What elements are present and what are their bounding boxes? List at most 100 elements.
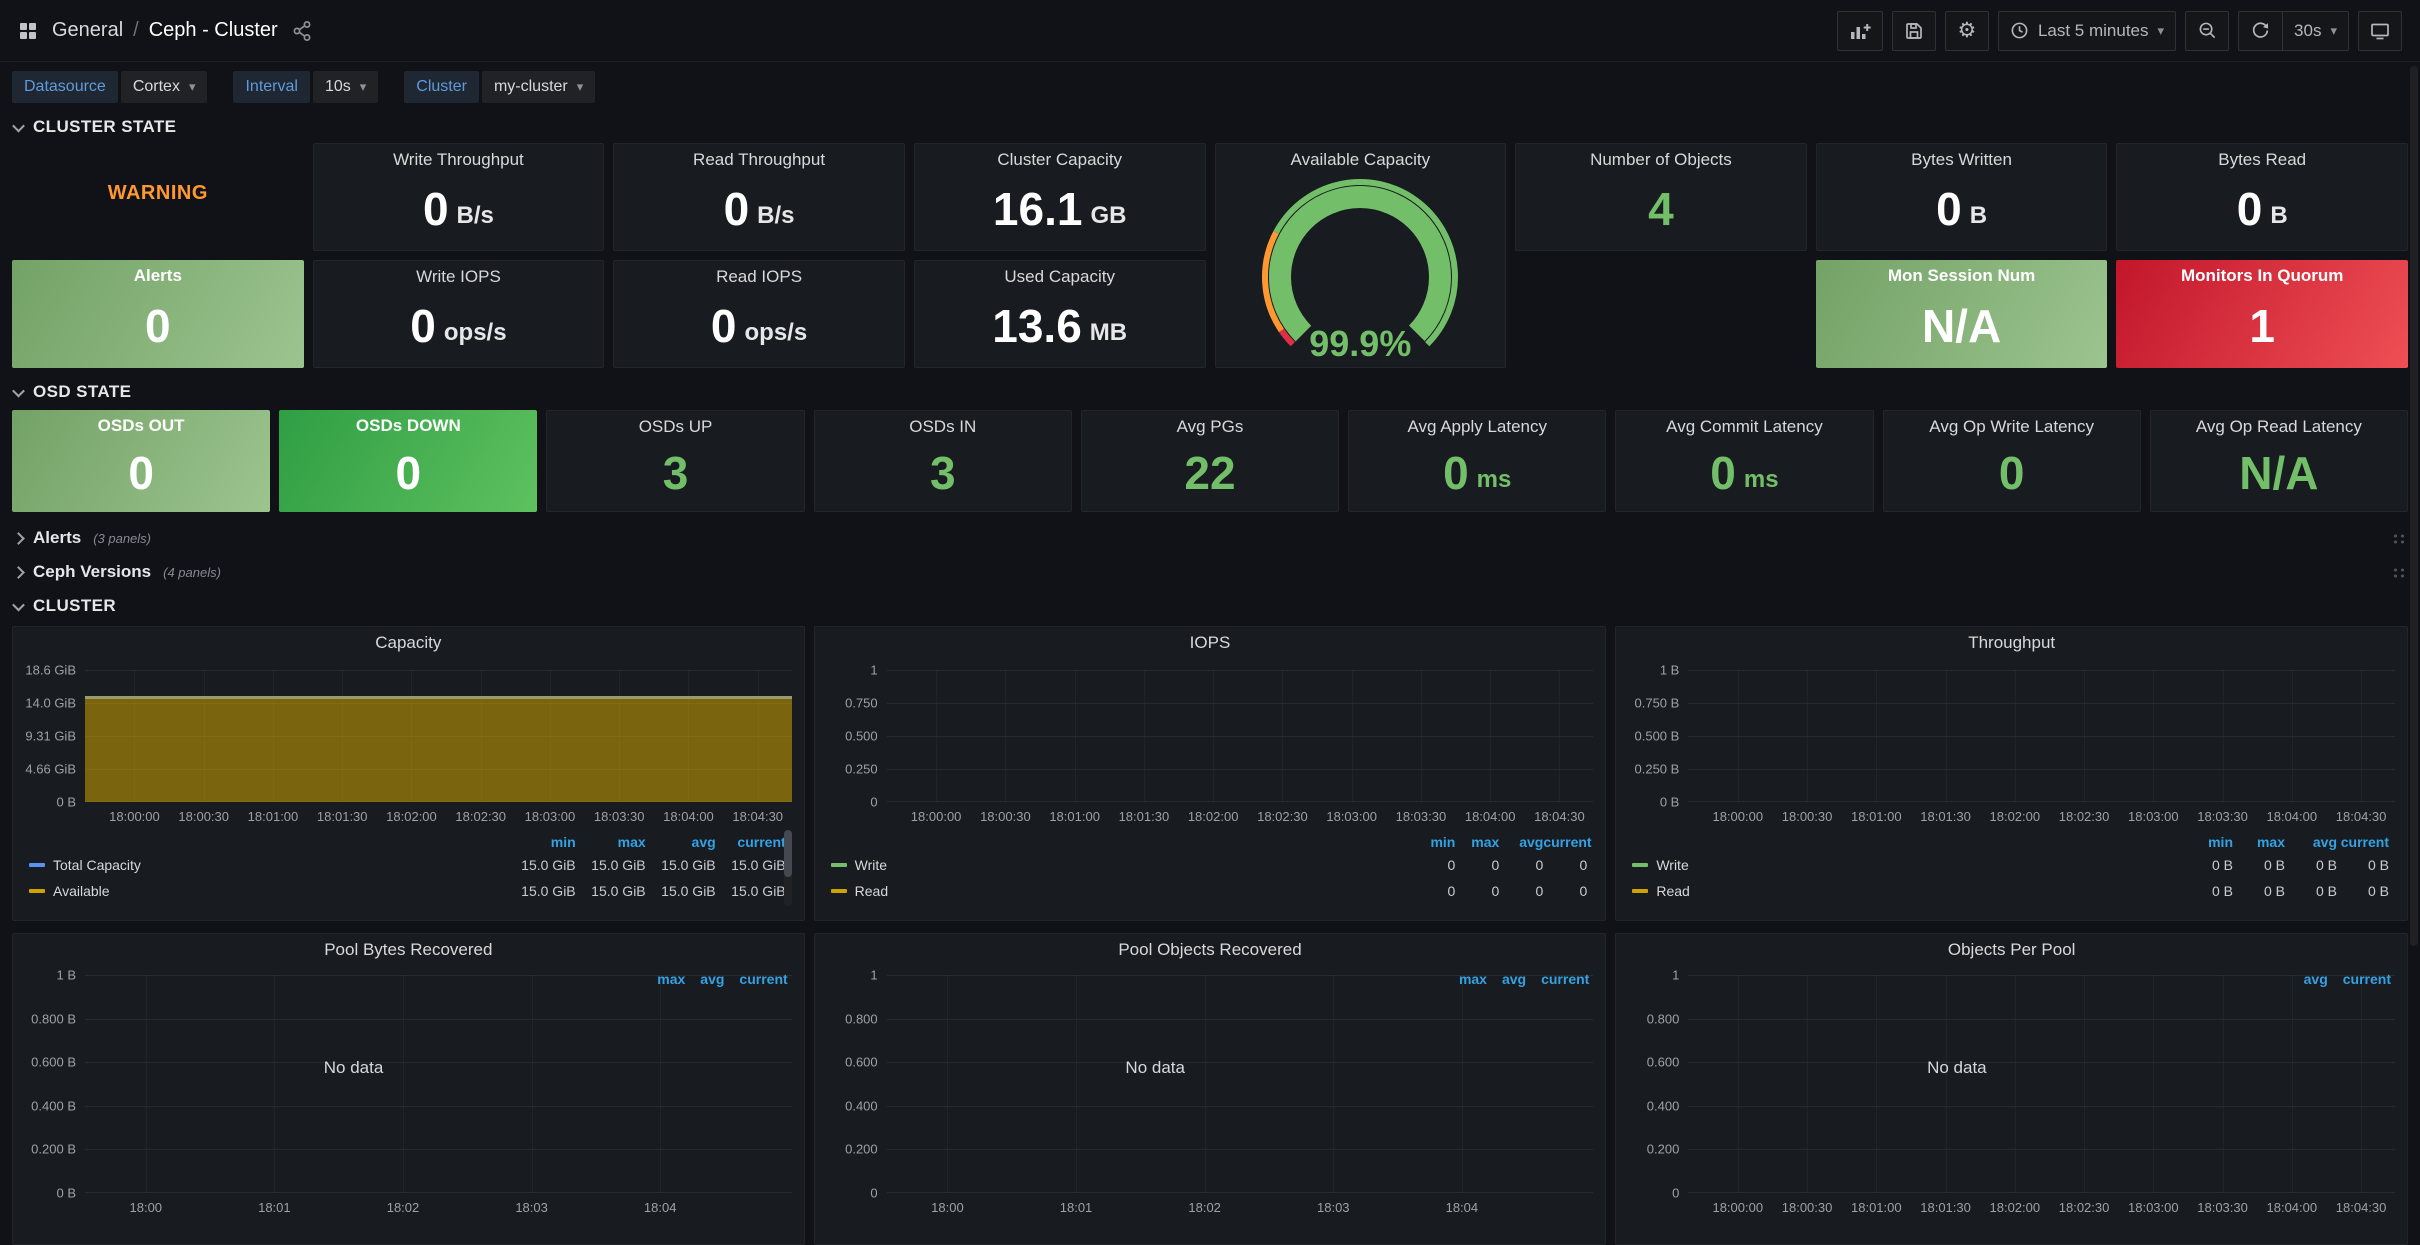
legend-sort-current[interactable]: current [716,834,786,850]
panel-title[interactable]: Used Capacity [915,261,1205,292]
panel-title[interactable]: Available Capacity [1216,144,1506,175]
panel-title[interactable]: OSDs IN [815,411,1071,442]
stat-number: 0 [423,186,449,232]
settings-button[interactable]: ⚙ [1945,11,1989,51]
variable-value-dropdown[interactable]: Cortex▾ [121,71,208,103]
panel-title[interactable]: Throughput [1628,627,2395,658]
legend-series-name[interactable]: Used [53,909,86,912]
legend-swatch [29,889,45,893]
legend-scrollbar-thumb[interactable] [784,830,792,877]
save-button[interactable] [1892,11,1936,51]
page-scrollbar[interactable] [2410,66,2418,946]
panel-osds-in: OSDs IN 3 [814,410,1072,512]
legend-sort-min[interactable]: min [1411,834,1455,850]
refresh-interval-button[interactable]: 30s ▾ [2282,11,2349,51]
panel-title[interactable]: Alerts [12,260,304,291]
plot-area [887,670,1594,802]
panel-osds-out: OSDs OUT 0 [12,410,270,512]
panel-title[interactable]: OSDs DOWN [279,410,537,441]
drag-handle[interactable] [2391,566,2406,579]
variable-value-dropdown[interactable]: my-cluster▾ [482,71,595,103]
legend-sort-avg[interactable]: avg [646,834,716,850]
panel-title[interactable]: IOPS [827,627,1594,658]
panel-title[interactable]: Avg PGs [1082,411,1338,442]
gauge: 99.9% [1216,175,1506,367]
add-panel-button[interactable] [1837,11,1883,51]
legend-series-name[interactable]: Read [1656,883,1689,899]
panel-title[interactable]: Pool Bytes Recovered [25,934,792,965]
legend-sort-min[interactable]: min [2181,834,2233,850]
zoom-out-button[interactable] [2185,11,2229,51]
legend-sort-min[interactable]: min [506,834,576,850]
x-tick-label: 18:03 [515,1200,548,1215]
x-tick-label: 18:01 [258,1200,291,1215]
chevron-down-icon [12,598,25,611]
gridline-v [1738,975,1739,1193]
variable-value-dropdown[interactable]: 10s▾ [313,71,378,103]
legend-sort-current[interactable]: current [1543,834,1587,850]
legend-value-min: 0 B [2181,883,2233,899]
legend-scrollbar[interactable] [784,830,792,906]
share-icon[interactable] [292,20,312,42]
panel-title[interactable]: Bytes Written [1817,144,2107,175]
panel-title[interactable]: OSDs UP [547,411,803,442]
section-cluster-state[interactable]: CLUSTER STATE [14,115,2406,139]
gridline-v [1462,975,1463,1193]
panel-title[interactable]: Read Throughput [614,144,904,175]
panel-title[interactable]: Write IOPS [314,261,604,292]
y-tick-label: 0 B [56,795,76,810]
x-tick-label: 18:03:30 [1396,809,1447,824]
kiosk-button[interactable] [2358,11,2402,51]
legend-series: Write [831,857,1412,873]
panel-title[interactable]: Avg Commit Latency [1616,411,1872,442]
gridline-v [1075,670,1076,802]
panel-title[interactable]: Number of Objects [1516,144,1806,175]
panel-title[interactable]: Pool Objects Recovered [827,934,1594,965]
panel-title[interactable]: Objects Per Pool [1628,934,2395,965]
stat-value: 0ms [1349,442,1605,511]
drag-handle[interactable] [2391,532,2406,545]
legend-series-name[interactable]: Total Capacity [53,857,141,873]
legend-series-name[interactable]: Write [1656,857,1688,873]
row-alerts[interactable]: Alerts (3 panels) [14,526,2406,550]
panel-title[interactable]: Monitors In Quorum [2116,260,2408,291]
stat-number: 16.1 [993,186,1083,232]
x-tick-label: 18:01:30 [317,809,368,824]
x-tick-label: 18:03:00 [1326,809,1377,824]
panel-title[interactable]: OSDs OUT [12,410,270,441]
panel-title[interactable]: Bytes Read [2117,144,2407,175]
breadcrumb-folder[interactable]: General [52,19,123,42]
legend-series-name[interactable]: Write [855,857,887,873]
section-osd-state[interactable]: OSD STATE [14,380,2406,404]
legend-sort-max[interactable]: max [2233,834,2285,850]
stat-number: 0 [724,186,750,232]
panel-title[interactable]: Read IOPS [614,261,904,292]
chevron-down-icon: ▾ [2330,23,2337,39]
legend-sort-current[interactable]: current [2337,834,2389,850]
panel-title[interactable]: Cluster Capacity [915,144,1205,175]
panel-title[interactable]: Mon Session Num [1816,260,2108,291]
stat-value: 0ms [1616,442,1872,511]
section-cluster[interactable]: CLUSTER [14,594,2406,618]
legend-sort-max[interactable]: max [1455,834,1499,850]
panel-title[interactable]: Avg Op Write Latency [1884,411,2140,442]
legend-series-name[interactable]: Available [53,883,110,899]
refresh-button[interactable] [2238,11,2282,51]
panel-title[interactable]: Capacity [25,627,792,658]
panel-title[interactable]: Avg Apply Latency [1349,411,1605,442]
gridline-v [1876,975,1877,1193]
time-picker-button[interactable]: Last 5 minutes ▾ [1998,11,2176,51]
dashboard-variables: Datasource Cortex▾ Interval 10s▾ Cluster… [0,62,2420,103]
chevron-down-icon [12,384,25,397]
legend-series-name[interactable]: Read [855,883,888,899]
panel-title[interactable]: Avg Op Read Latency [2151,411,2407,442]
gridline-v [1076,975,1077,1193]
legend-sort-avg[interactable]: avg [1499,834,1543,850]
apps-grid-icon[interactable] [18,21,38,41]
legend-sort-max[interactable]: max [576,834,646,850]
legend-sort-avg[interactable]: avg [2285,834,2337,850]
panel-alerts: Alerts 0 [12,260,304,368]
row-ceph-versions[interactable]: Ceph Versions (4 panels) [14,560,2406,584]
panel-title[interactable]: Write Throughput [314,144,604,175]
gridline-v [1005,670,1006,802]
